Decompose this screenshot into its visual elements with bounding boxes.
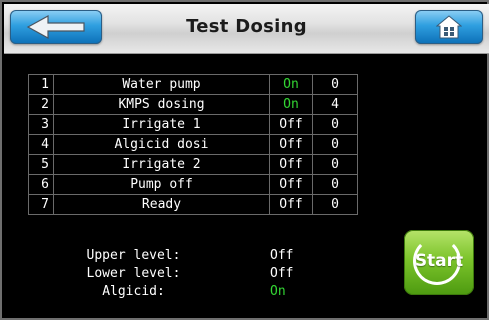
table-row: 3 Irrigate 1 Off 0 bbox=[28, 114, 358, 135]
home-icon bbox=[436, 15, 462, 39]
step-number: 5 bbox=[28, 154, 54, 175]
header-bar: Test Dosing bbox=[4, 4, 489, 54]
step-name: Algicid dosi bbox=[53, 134, 270, 155]
step-name: Irrigate 1 bbox=[53, 114, 270, 135]
table-row: 2 KMPS dosing On 4 bbox=[28, 94, 358, 115]
table-row: 1 Water pump On 0 bbox=[28, 74, 358, 95]
step-number: 6 bbox=[28, 174, 54, 195]
step-value: 0 bbox=[312, 154, 358, 175]
step-value: 0 bbox=[312, 74, 358, 95]
step-name: Water pump bbox=[53, 74, 270, 95]
table-row: 7 Ready Off 0 bbox=[28, 194, 358, 215]
table-row: 4 Algicid dosi Off 0 bbox=[28, 134, 358, 155]
dosing-steps-table: 1 Water pump On 0 2 KMPS dosing On 4 3 Irrigate 1… bbox=[28, 74, 358, 215]
step-name: Irrigate 2 bbox=[53, 154, 270, 175]
step-value: 0 bbox=[312, 174, 358, 195]
step-state: On bbox=[269, 94, 313, 115]
step-state: Off bbox=[269, 194, 313, 215]
step-name: Pump off bbox=[53, 174, 270, 195]
home-button[interactable] bbox=[415, 10, 483, 44]
step-value: 0 bbox=[312, 114, 358, 135]
algicid-value: On bbox=[270, 284, 286, 299]
table-row: 6 Pump off Off 0 bbox=[28, 174, 358, 195]
algicid-label: Algicid: bbox=[102, 284, 165, 299]
step-state: Off bbox=[269, 174, 313, 195]
step-state: On bbox=[269, 74, 313, 95]
step-number: 3 bbox=[28, 114, 54, 135]
step-state: Off bbox=[269, 154, 313, 175]
step-value: 0 bbox=[312, 194, 358, 215]
step-state: Off bbox=[269, 114, 313, 135]
lower-level-label: Lower level: bbox=[86, 266, 181, 281]
start-label: Start bbox=[414, 251, 464, 271]
screen-frame: Test Dosing 1 Water pump On 0 2 KMPS dosing On… bbox=[0, 0, 489, 320]
step-name: Ready bbox=[53, 194, 270, 215]
step-number: 7 bbox=[28, 194, 54, 215]
step-value: 4 bbox=[312, 94, 358, 115]
step-number: 1 bbox=[28, 74, 54, 95]
table-row: 5 Irrigate 2 Off 0 bbox=[28, 154, 358, 175]
step-state: Off bbox=[269, 134, 313, 155]
lower-level-value: Off bbox=[270, 266, 294, 281]
step-value: 0 bbox=[312, 134, 358, 155]
upper-level-value: Off bbox=[270, 248, 294, 263]
step-number: 4 bbox=[28, 134, 54, 155]
upper-level-label: Upper level: bbox=[86, 248, 181, 263]
step-number: 2 bbox=[28, 94, 54, 115]
step-name: KMPS dosing bbox=[53, 94, 270, 115]
start-button[interactable]: Start bbox=[404, 230, 474, 295]
